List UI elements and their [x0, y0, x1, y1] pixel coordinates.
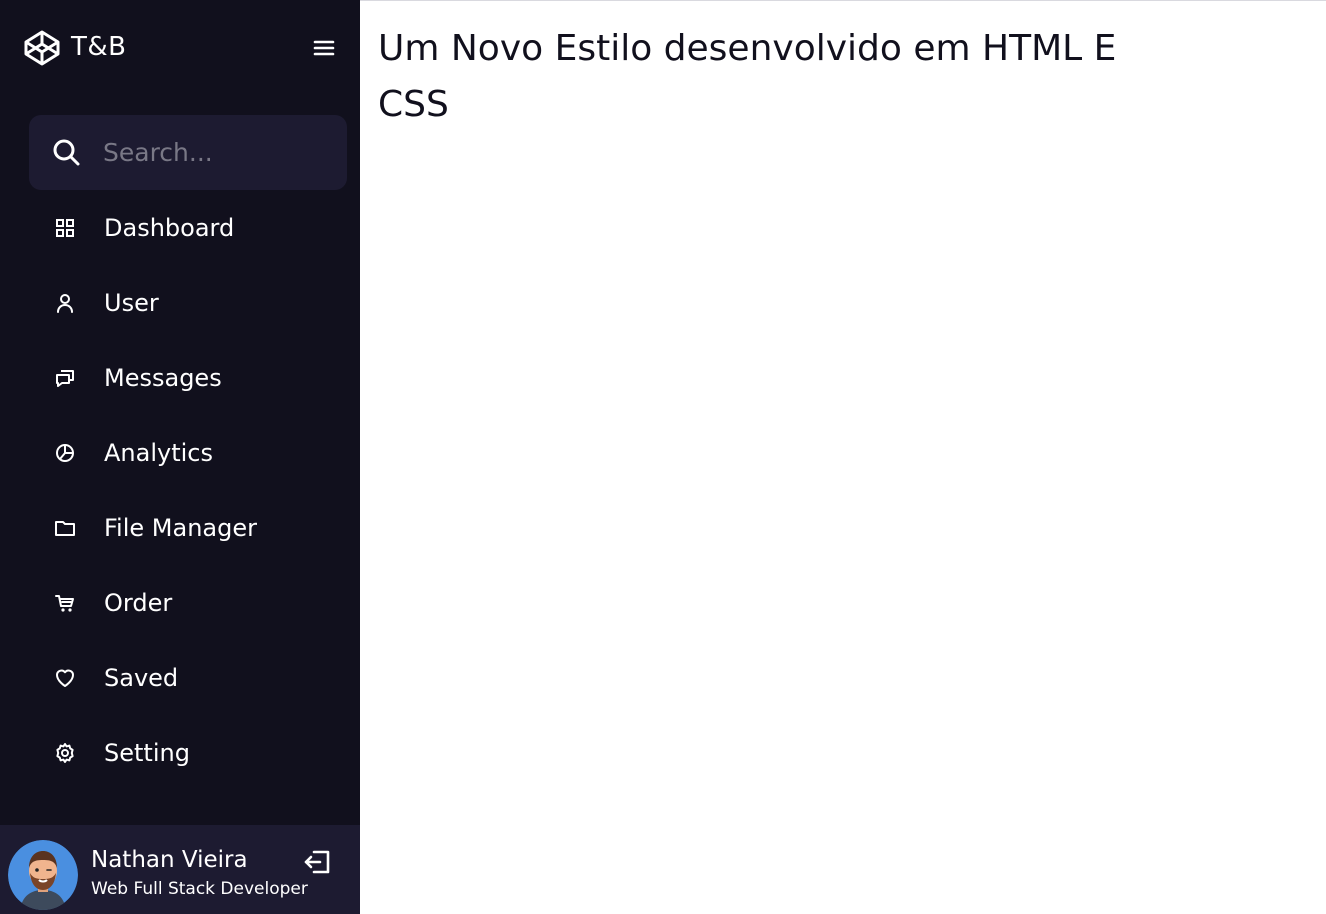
main-content: Um Novo Estilo desenvolvido em HTML E CS… [360, 1, 1326, 914]
sidebar-item-setting[interactable]: Setting [29, 715, 347, 790]
profile-name: Nathan Vieira [91, 847, 248, 873]
sidebar: T&B Search... Dashboard User Messages An… [0, 0, 360, 914]
brand-name: T&B [71, 32, 127, 62]
grid-icon [56, 219, 74, 237]
chat-icon [56, 370, 74, 387]
sidebar-item-label: Messages [104, 364, 222, 392]
search-input[interactable] [103, 133, 328, 171]
search-icon[interactable] [51, 137, 81, 167]
search-box[interactable] [29, 115, 347, 190]
sidebar-item-analytics[interactable]: Analytics [29, 415, 347, 490]
sidebar-item-dashboard[interactable]: Dashboard [29, 190, 347, 265]
avatar[interactable] [8, 840, 78, 910]
sidebar-item-label: Analytics [104, 439, 213, 467]
page-title: Um Novo Estilo desenvolvido em HTML E CS… [378, 28, 1117, 125]
cart-icon [55, 595, 74, 612]
sidebar-item-label: Saved [104, 664, 179, 692]
hamburger-icon[interactable] [308, 32, 340, 64]
sidebar-item-label: Order [104, 589, 173, 617]
sidebar-item-label: File Manager [104, 514, 257, 542]
user-icon [57, 294, 73, 313]
sidebar-item-file-manager[interactable]: File Manager [29, 490, 347, 565]
sidebar-item-user[interactable]: User [29, 265, 347, 340]
sidebar-item-saved[interactable]: Saved [29, 640, 347, 715]
sidebar-item-label: Dashboard [104, 214, 235, 242]
pie-chart-icon [56, 444, 74, 462]
sidebar-item-label: User [104, 289, 159, 317]
logout-icon[interactable] [302, 847, 332, 877]
profile-panel: Nathan Vieira Web Full Stack Developer [0, 825, 360, 914]
sidebar-item-label: Setting [104, 739, 190, 767]
profile-job: Web Full Stack Developer [91, 879, 308, 899]
heart-icon [56, 669, 74, 687]
codepen-cube-icon [24, 30, 60, 66]
cog-icon [56, 743, 74, 763]
sidebar-item-order[interactable]: Order [29, 565, 347, 640]
logo-row: T&B [0, 0, 360, 95]
folder-icon [55, 521, 75, 536]
sidebar-item-messages[interactable]: Messages [29, 340, 347, 415]
